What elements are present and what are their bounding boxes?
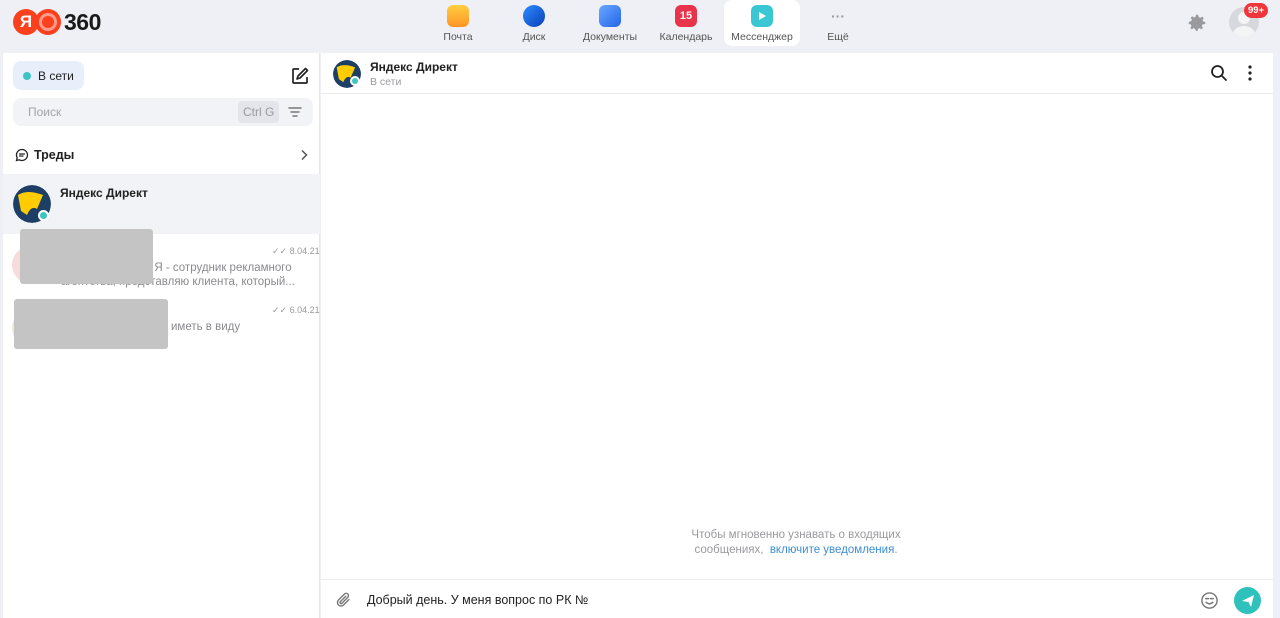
service-disk[interactable]: Диск — [496, 0, 572, 46]
redacted-block — [20, 229, 153, 284]
chevron-right-icon — [301, 149, 308, 161]
messenger-icon — [751, 5, 773, 27]
message-composer: Добрый день. У меня вопрос по РК № — [321, 579, 1273, 618]
online-status-icon — [38, 210, 49, 221]
services-nav: Почта Диск Документы 15 Календарь Мессен… — [420, 0, 876, 50]
status-label: В сети — [38, 68, 74, 83]
yandex-360-logo[interactable]: Я 360 — [13, 8, 101, 36]
service-label: Мессенджер — [731, 31, 793, 43]
conversation-status: В сети — [370, 76, 402, 88]
chat-time: ✓✓ 6.04.21 — [272, 305, 320, 315]
service-calendar[interactable]: 15 Календарь — [648, 0, 724, 46]
service-label: Диск — [522, 31, 546, 43]
enable-notifications-link[interactable]: включите уведомления — [770, 544, 895, 556]
service-label: Календарь — [659, 31, 713, 43]
attach-paperclip-icon[interactable] — [335, 591, 353, 609]
threads-item[interactable]: Треды — [3, 141, 320, 169]
chat-item[interactable]: ✓✓ 8.04.21 ! Я - сотрудник рекламного аг… — [3, 229, 320, 297]
service-documents[interactable]: Документы — [572, 0, 648, 46]
notice-line1: Чтобы мгновенно узнавать о входящих — [691, 529, 901, 541]
threads-label: Треды — [34, 148, 75, 162]
search-input[interactable] — [13, 105, 233, 119]
settings-gear-icon[interactable] — [1186, 12, 1208, 34]
search-box: Ctrl G — [13, 98, 313, 126]
send-button[interactable] — [1234, 587, 1261, 614]
search-icon[interactable] — [1210, 64, 1228, 82]
calendar-icon: 15 — [675, 5, 697, 27]
search-shortcut: Ctrl G — [238, 101, 280, 123]
redacted-block — [14, 299, 168, 349]
compose-icon[interactable] — [290, 66, 310, 86]
service-label: Почта — [443, 31, 473, 43]
service-messenger[interactable]: Мессенджер — [724, 0, 800, 46]
online-dot-icon — [23, 71, 31, 80]
chat-name: Яндекс Директ — [60, 186, 148, 200]
notifications-badge: 99+ — [1244, 3, 1269, 18]
mail-icon — [447, 5, 469, 27]
conversation-panel: Яндекс Директ В сети Чтобы мгновенно узн… — [321, 53, 1273, 618]
service-mail[interactable]: Почта — [420, 0, 496, 46]
message-input[interactable]: Добрый день. У меня вопрос по РК № — [367, 593, 588, 607]
status-toggle[interactable]: В сети — [13, 61, 84, 90]
service-more[interactable]: ··· Ещё — [800, 0, 876, 46]
emoji-icon[interactable] — [1200, 591, 1219, 610]
chat-item-yandex-direct[interactable]: Яндекс Директ — [3, 174, 320, 234]
more-icon: ··· — [831, 8, 845, 24]
notice-line2: сообщениях, включите уведомления. — [694, 544, 898, 556]
disk-icon — [523, 5, 545, 27]
logo-360-text: 360 — [64, 8, 101, 35]
conversation-title[interactable]: Яндекс Директ — [370, 60, 458, 74]
chat-item[interactable]: ✓✓ 6.04.21 иметь в виду — [3, 297, 320, 357]
chat-preview: иметь в виду — [171, 321, 241, 333]
top-bar: Я 360 Почта Диск Документы 15 Календарь … — [0, 0, 1280, 50]
chat-time: ✓✓ 8.04.21 — [272, 246, 320, 256]
service-label: Ещё — [827, 31, 849, 43]
send-arrow-icon — [1241, 594, 1254, 607]
service-label: Документы — [582, 31, 638, 43]
filter-icon[interactable] — [288, 105, 302, 119]
conversation-header: Яндекс Директ В сети — [321, 53, 1273, 94]
logo-ring-icon — [35, 9, 61, 35]
notifications-notice: Чтобы мгновенно узнавать о входящих сооб… — [651, 528, 941, 558]
more-vertical-icon[interactable] — [1246, 64, 1254, 82]
threads-bubble-icon — [15, 148, 29, 162]
chat-list-panel: В сети Ctrl G Треды Яндекс Директ — [3, 53, 320, 618]
documents-icon — [599, 5, 621, 27]
online-status-icon — [350, 76, 360, 86]
